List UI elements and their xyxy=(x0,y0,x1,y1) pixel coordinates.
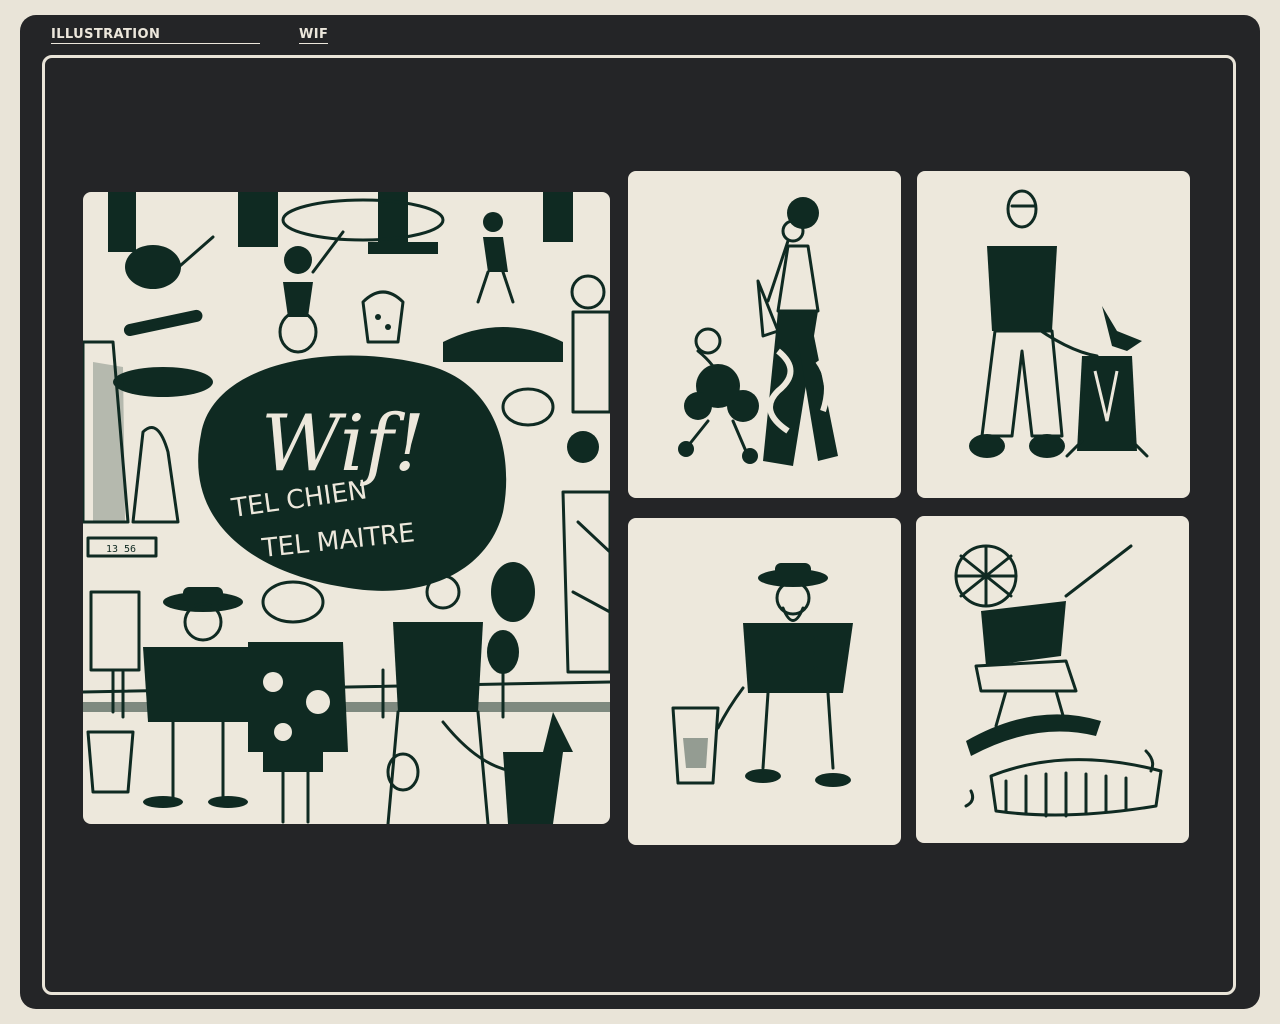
cover-illustration[interactable]: Wif! TEL CHIEN TEL MAITRE 13 56 xyxy=(83,192,610,824)
portfolio-frame: ILLUSTRATION WIF Wif! TEL CHIEN TEL MAIT… xyxy=(20,15,1260,1009)
content-area: Wif! TEL CHIEN TEL MAITRE 13 56 xyxy=(42,55,1236,995)
gallery-card-skater-komondor[interactable] xyxy=(916,516,1189,843)
gallery-card-poodle-woman[interactable] xyxy=(628,171,901,498)
project-label[interactable]: WIF xyxy=(299,27,329,44)
gallery-card-doberman-man[interactable] xyxy=(917,171,1190,498)
bus-sign-text: 13 56 xyxy=(106,544,136,555)
cover-title: Wif! xyxy=(261,399,425,489)
poodle-and-woman-illustration-icon xyxy=(678,197,838,466)
yorkshire-and-old-man-illustration-icon xyxy=(671,563,853,787)
section-label[interactable]: ILLUSTRATION xyxy=(51,27,261,44)
skater-and-mop-dog-illustration-icon xyxy=(954,544,1163,818)
gallery-card-yorkie-old-man[interactable] xyxy=(628,518,901,845)
cover-illustration-art: Wif! TEL CHIEN TEL MAITRE 13 56 xyxy=(83,192,610,824)
doberman-and-bald-man-illustration-icon xyxy=(969,189,1149,458)
